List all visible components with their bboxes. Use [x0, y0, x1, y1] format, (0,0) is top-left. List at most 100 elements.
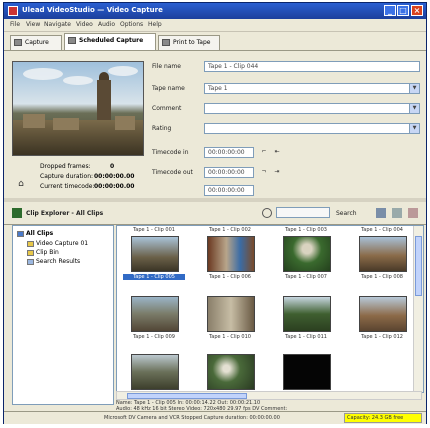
clip-thumbnail[interactable]: Tape 1 - Clip 009: [123, 286, 185, 346]
video-preview: [12, 61, 144, 156]
tree-item-clip-bin[interactable]: Clip Bin: [27, 249, 59, 256]
close-button[interactable]: ×: [411, 5, 423, 16]
clip-image: [283, 236, 331, 272]
menu-help[interactable]: Help: [148, 21, 162, 28]
clip-image: [131, 354, 179, 390]
clip-thumbnail[interactable]: Tape 1 - Clip 004 Tape 1 - Clip 008: [351, 226, 413, 286]
comment-combo[interactable]: ▼: [204, 103, 420, 114]
delete-icon[interactable]: [408, 208, 418, 218]
vertical-scrollbar[interactable]: [413, 226, 423, 392]
menu-file[interactable]: File: [10, 21, 20, 28]
maximize-button[interactable]: □: [397, 5, 409, 16]
dropped-frames-value: 0: [110, 163, 115, 170]
clip-caption: Tape 1 - Clip 010: [209, 334, 251, 340]
clock-icon: [68, 37, 76, 44]
tab-label: Print to Tape: [173, 39, 211, 46]
tab-label: Capture: [25, 39, 49, 46]
folder-icon: [27, 249, 34, 256]
scroll-thumb[interactable]: [415, 236, 422, 296]
clip-caption: Tape 1 - Clip 007: [285, 274, 327, 280]
duration-field[interactable]: 00:00:00:00: [204, 185, 254, 196]
horizontal-scrollbar[interactable]: [116, 391, 422, 400]
menu-navigate[interactable]: Navigate: [44, 21, 71, 28]
tape-name-combo[interactable]: Tape 1 ▼: [204, 83, 420, 94]
clip-image: [359, 296, 407, 332]
tape-icon: [162, 39, 170, 46]
folder-icon: [27, 240, 34, 247]
disk-icon: ⌂: [18, 179, 24, 189]
clip-image: [131, 236, 179, 272]
capture-panel: File name Tape 1 - Clip 044 Tape name Ta…: [4, 50, 426, 199]
window-title: Ulead VideoStudio — Video Capture: [22, 6, 163, 14]
tab-print-to-tape[interactable]: Print to Tape: [158, 35, 220, 50]
file-name-field[interactable]: Tape 1 - Clip 044: [204, 61, 420, 72]
clip-thumbnail[interactable]: Tape 1 - Clip 001 Tape 1 - Clip 005: [123, 226, 185, 286]
scroll-thumb[interactable]: [127, 393, 247, 399]
folder-icon: [12, 208, 22, 218]
tape-name-label: Tape name: [152, 85, 185, 92]
tree-label: Clip Bin: [36, 249, 59, 256]
clip-thumbnail[interactable]: [123, 344, 185, 392]
clip-thumbnail[interactable]: [199, 344, 261, 392]
menu-audio[interactable]: Audio: [98, 21, 115, 28]
tape-name-value: Tape 1: [208, 85, 228, 92]
search-input[interactable]: [276, 207, 330, 218]
clip-caption: Tape 1 - Clip 009: [133, 334, 175, 340]
sort-icon[interactable]: [392, 208, 402, 218]
timecode-out-field[interactable]: 00:00:00:00: [204, 167, 254, 178]
status-bar: Microsoft DV Camera and VCR Stopped Capt…: [4, 411, 426, 424]
tree-item-capture[interactable]: Video Capture 01: [27, 240, 88, 247]
clip-thumbnail[interactable]: Tape 1 - Clip 010: [199, 286, 261, 346]
clip-caption: Tape 1 - Clip 004: [361, 227, 403, 233]
chevron-down-icon[interactable]: ▼: [409, 104, 419, 113]
tree-label: Video Capture 01: [36, 240, 89, 247]
clip-thumbnail[interactable]: [275, 344, 337, 392]
current-timecode-label: Current timecode:: [40, 183, 95, 190]
timecode-in-field[interactable]: 00:00:00:00: [204, 147, 254, 158]
search-button[interactable]: Search: [336, 210, 357, 217]
goto-in-icon[interactable]: ⇤: [272, 147, 282, 157]
clip-image: [207, 236, 255, 272]
capture-duration-value: 00:00:00.00: [94, 173, 135, 180]
view-icon[interactable]: [376, 208, 386, 218]
tree-label: Search Results: [36, 258, 81, 265]
rating-label: Rating: [152, 125, 172, 132]
folder-icon: [17, 230, 24, 237]
goto-out-icon[interactable]: ⇥: [272, 167, 282, 177]
dropped-frames-label: Dropped frames:: [40, 163, 91, 170]
tab-capture[interactable]: Capture: [10, 35, 62, 50]
chevron-down-icon[interactable]: ▼: [409, 124, 419, 133]
clip-caption: Tape 1 - Clip 002: [209, 227, 251, 233]
menu-options[interactable]: Options: [120, 21, 143, 28]
camera-icon: [14, 39, 22, 46]
menu-video[interactable]: Video: [76, 21, 93, 28]
tab-label: Scheduled Capture: [79, 37, 144, 44]
timecode-in-label: Timecode in: [152, 149, 189, 156]
clip-thumbnail[interactable]: Tape 1 - Clip 003 Tape 1 - Clip 007: [275, 226, 337, 286]
timecode-out-label: Timecode out: [152, 169, 193, 176]
clip-caption: Tape 1 - Clip 006: [209, 274, 251, 280]
app-icon: [8, 6, 18, 16]
clip-caption: Tape 1 - Clip 011: [285, 334, 327, 340]
tree-item-search[interactable]: Search Results: [27, 258, 80, 265]
clip-image: [131, 296, 179, 332]
search-icon[interactable]: [262, 208, 272, 218]
clip-image: [283, 296, 331, 332]
bin-tree: All Clips Video Capture 01 Clip Bin Sear…: [12, 225, 114, 405]
menu-view[interactable]: View: [26, 21, 40, 28]
tree-item-all-clips[interactable]: All Clips: [17, 230, 53, 237]
clip-thumbnail[interactable]: Tape 1 - Clip 002 Tape 1 - Clip 006: [199, 226, 261, 286]
set-out-icon[interactable]: ¬: [259, 167, 269, 177]
clip-caption: Tape 1 - Clip 008: [361, 274, 403, 280]
clip-thumbnail[interactable]: Tape 1 - Clip 012: [351, 286, 413, 346]
comment-label: Comment: [152, 105, 182, 112]
file-name-label: File name: [152, 63, 181, 70]
rating-combo[interactable]: ▼: [204, 123, 420, 134]
tab-scheduled-capture[interactable]: Scheduled Capture: [64, 33, 156, 50]
clip-thumbnail[interactable]: Tape 1 - Clip 011: [275, 286, 337, 346]
minimize-button[interactable]: _: [384, 5, 396, 16]
set-in-icon[interactable]: ⌐: [259, 147, 269, 157]
chevron-down-icon[interactable]: ▼: [409, 84, 419, 93]
menu-bar: File View Navigate Video Audio Options H…: [4, 19, 426, 32]
clip-caption: Tape 1 - Clip 003: [285, 227, 327, 233]
